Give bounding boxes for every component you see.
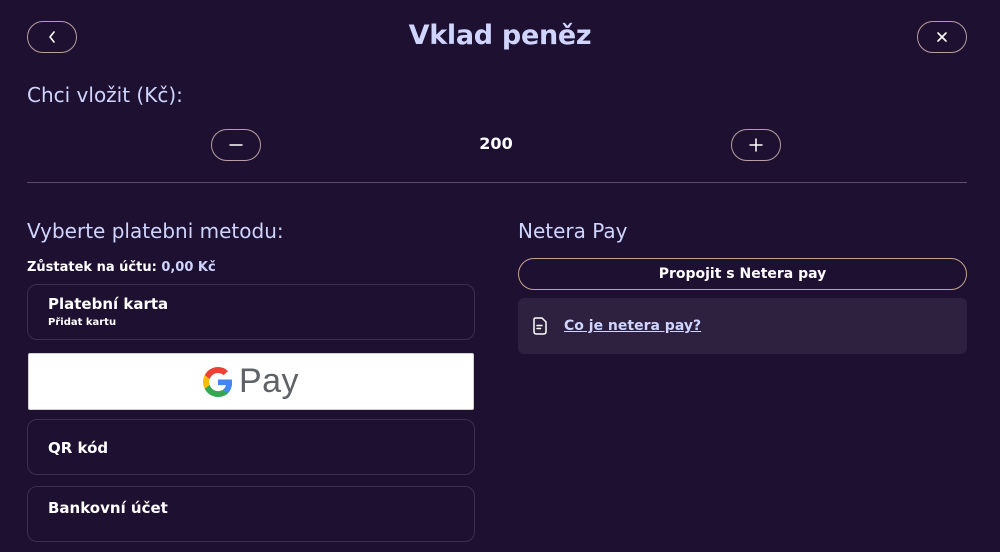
bank-account-title: Bankovní účet bbox=[48, 499, 168, 517]
payment-card-option[interactable]: Platební karta Přidat kartu bbox=[27, 284, 475, 340]
add-card-link[interactable]: Přidat kartu bbox=[48, 317, 454, 328]
amount-label: Chci vložit (Kč): bbox=[27, 83, 183, 107]
google-pay-label: Pay bbox=[238, 362, 300, 400]
decrease-amount-button[interactable] bbox=[211, 129, 261, 161]
minus-icon bbox=[229, 144, 243, 146]
page-title: Vklad peněz bbox=[408, 20, 592, 51]
qr-code-option[interactable]: QR kód bbox=[27, 419, 475, 475]
deposit-page: Vklad peněz Chci vložit (Kč): 200 Vybert… bbox=[0, 0, 1000, 552]
increase-amount-button[interactable] bbox=[731, 129, 781, 161]
connect-netera-button[interactable]: Propojit s Netera pay bbox=[518, 258, 967, 290]
netera-info-box: Co je netera pay? bbox=[518, 298, 967, 354]
document-icon bbox=[529, 315, 551, 337]
close-button[interactable] bbox=[917, 21, 967, 53]
google-pay-button[interactable]: Pay bbox=[28, 353, 474, 410]
amount-value[interactable]: 200 bbox=[400, 134, 592, 153]
qr-code-title: QR kód bbox=[48, 439, 109, 457]
account-balance: Zůstatek na účtu: 0,00 Kč bbox=[27, 260, 216, 275]
payment-card-title: Platební karta bbox=[48, 295, 169, 313]
payment-methods-label: Vyberte platebni metodu: bbox=[27, 219, 284, 243]
google-logo-icon bbox=[202, 366, 233, 397]
close-icon bbox=[937, 32, 947, 42]
bank-account-option[interactable]: Bankovní účet bbox=[27, 486, 475, 542]
divider bbox=[27, 182, 967, 183]
netera-pay-label: Netera Pay bbox=[518, 219, 628, 243]
balance-label: Zůstatek na účtu: bbox=[27, 260, 157, 275]
balance-value: 0,00 Kč bbox=[161, 260, 216, 275]
what-is-netera-link[interactable]: Co je netera pay? bbox=[564, 318, 701, 334]
plus-icon bbox=[749, 138, 763, 152]
